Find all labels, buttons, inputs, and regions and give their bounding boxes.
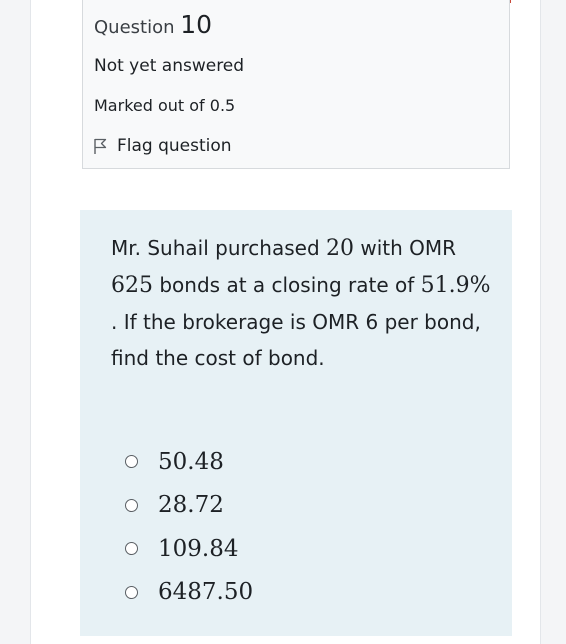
closing-rate: 51.9% [420,273,491,298]
flag-question-label: Flag question [117,136,232,156]
question-content-panel: Mr. Suhail purchased 20 with OMR 625 bon… [80,210,512,636]
radio-button[interactable] [125,542,138,556]
answer-option[interactable]: 6487.50 [125,571,253,615]
question-text-part1: Mr. Suhail purchased [111,236,326,260]
answer-option-label: 50.48 [158,448,224,475]
right-page-margin [540,0,566,644]
radio-button[interactable] [125,585,138,599]
question-text-part3: bonds at a closing rate of [153,273,421,297]
answer-option-label: 28.72 [158,492,224,519]
radio-button[interactable] [125,455,138,469]
question-text-part4: . If the brokerage is OMR 6 per bond, fi… [111,310,481,370]
flag-question-button[interactable]: Flag question [93,136,232,156]
question-info-panel: Question 10 Not yet answered Marked out … [82,0,510,169]
answer-option[interactable]: 109.84 [125,527,253,571]
question-grade: Marked out of 0.5 [94,96,236,115]
radio-button[interactable] [125,498,138,512]
bond-face-value: 625 [111,273,153,298]
bond-quantity: 20 [326,236,354,261]
answer-option[interactable]: 50.48 [125,440,253,484]
question-label: Question [94,17,175,38]
flag-icon [93,138,107,155]
answer-option[interactable]: 28.72 [125,484,253,528]
question-number: 10 [180,10,213,39]
answer-option-label: 6487.50 [158,579,254,606]
left-page-margin [0,0,31,644]
answer-option-label: 109.84 [158,535,239,562]
question-text: Mr. Suhail purchased 20 with OMR 625 bon… [111,230,501,376]
answer-options: 50.48 28.72 109.84 6487.50 [125,440,253,614]
question-number-heading: Question 10 [94,10,212,39]
question-text-part2: with OMR [354,236,457,260]
question-state: Not yet answered [94,56,245,76]
